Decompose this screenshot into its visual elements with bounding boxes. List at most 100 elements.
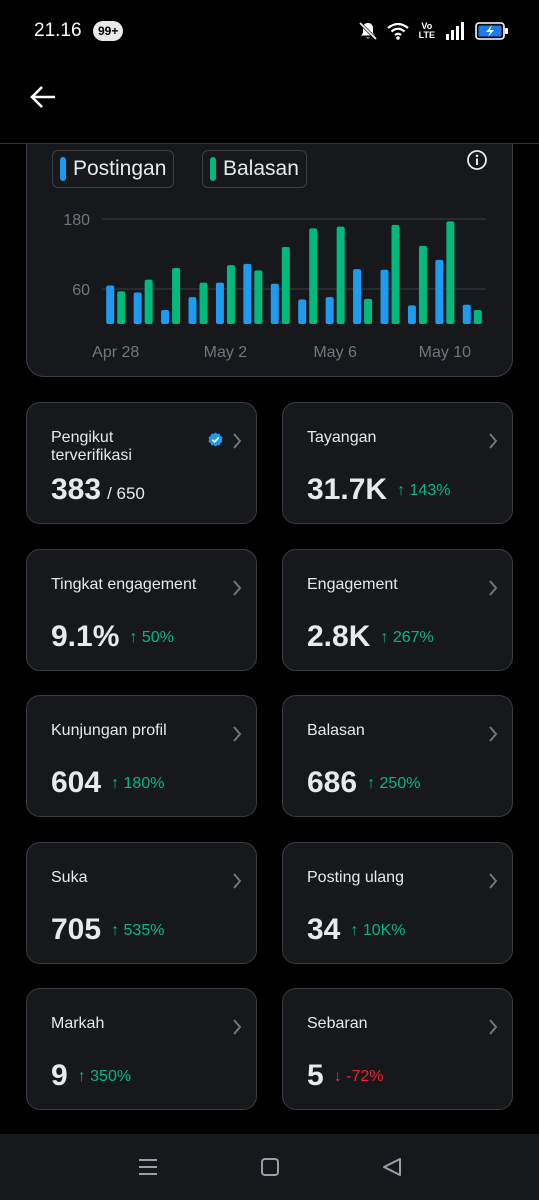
- stat-change: ↓ -72%: [334, 1068, 384, 1085]
- stat-card[interactable]: Engagement 2.8K ↑ 267%: [282, 548, 513, 671]
- stat-change-value: 10K%: [362, 921, 406, 939]
- volte-indicator: Vo LTE: [418, 21, 435, 40]
- arrow-up-icon: ↑: [380, 628, 393, 646]
- legend-postingan[interactable]: Postingan: [52, 150, 175, 188]
- top-app-bar: [0, 62, 539, 144]
- stat-card[interactable]: Suka 705 ↑ 535%: [26, 841, 257, 964]
- stat-change: ↑ 50%: [129, 629, 173, 646]
- chevron-right-icon: [489, 433, 498, 449]
- recent-apps-button[interactable]: [136, 1155, 160, 1179]
- chart-bar-balasan: [144, 279, 153, 324]
- chart-bar-balasan: [309, 228, 318, 324]
- stat-card[interactable]: Posting ulang 34 ↑ 10K%: [282, 841, 513, 964]
- chart-bar-postingan: [325, 297, 334, 324]
- stat-title: Posting ulang: [307, 868, 404, 886]
- stat-value: 34: [307, 912, 341, 946]
- stat-card[interactable]: Kunjungan profil 604 ↑ 180%: [26, 695, 257, 817]
- chart-bar-postingan: [380, 269, 389, 324]
- status-icons: Vo LTE: [358, 18, 509, 44]
- chart-bar-balasan: [281, 247, 290, 324]
- stat-value: 9.1%: [51, 619, 120, 653]
- chart-bar-balasan: [172, 268, 181, 324]
- battery-charging-icon: [475, 22, 508, 40]
- system-navigation-bar: [0, 1134, 539, 1200]
- chart-bar-balasan: [391, 224, 400, 324]
- x-tick-label: May 2: [204, 344, 248, 361]
- stat-change-value: 180%: [123, 775, 165, 792]
- stat-title: Balasan: [307, 722, 365, 739]
- stat-card[interactable]: Balasan 686 ↑ 250%: [282, 695, 513, 817]
- stat-value: 5: [307, 1059, 324, 1092]
- stat-change-value: 143%: [409, 482, 451, 499]
- chart-bar-balasan: [254, 270, 263, 324]
- back-button[interactable]: [26, 80, 60, 114]
- arrow-up-icon: ↑: [129, 628, 142, 646]
- stat-card[interactable]: Markah 9 ↑ 350%: [26, 988, 257, 1110]
- home-button[interactable]: [258, 1155, 282, 1179]
- stat-change: ↑ 250%: [367, 775, 420, 792]
- status-bar: 21.16 99+ Vo LTE: [0, 0, 539, 62]
- chart-bar-balasan: [199, 282, 208, 324]
- legend-balasan[interactable]: Balasan: [202, 150, 307, 188]
- stat-change: ↑ 535%: [111, 922, 164, 939]
- stat-value-row: 5 ↓ -72%: [307, 1059, 384, 1094]
- stat-change-value: 350%: [90, 1068, 132, 1085]
- stat-value: 686: [307, 766, 358, 799]
- chart-bar-balasan: [446, 221, 455, 324]
- x-tick-label: Apr 28: [92, 344, 139, 361]
- chart-bar-postingan: [188, 297, 197, 324]
- arrow-up-icon: ↑: [77, 1068, 91, 1085]
- stat-change-value: 267%: [392, 628, 434, 646]
- chart-bar-postingan: [353, 269, 362, 324]
- chart-bar-balasan: [336, 226, 345, 324]
- chevron-right-icon: [489, 726, 498, 742]
- stat-value: 9: [51, 1059, 68, 1092]
- stat-change: ↑ 10K%: [350, 922, 405, 939]
- arrow-up-icon: ↑: [367, 775, 380, 792]
- chart-bar-balasan: [226, 265, 235, 324]
- chart-bar-postingan: [106, 285, 115, 324]
- arrow-up-icon: ↑: [397, 482, 410, 499]
- stat-value-row: 9 ↑ 350%: [51, 1059, 131, 1094]
- stat-value-row: 383 / 650: [51, 473, 145, 511]
- stat-card[interactable]: Sebaran 5 ↓ -72%: [282, 988, 513, 1110]
- legend-swatch-balasan: [210, 157, 216, 181]
- arrow-up-icon: ↑: [111, 921, 124, 939]
- stat-value-row: 31.7K ↑ 143%: [307, 473, 450, 508]
- stat-value-row: 686 ↑ 250%: [307, 766, 420, 801]
- chevron-right-icon: [233, 1019, 242, 1035]
- stat-value: 2.8K: [307, 619, 371, 653]
- signal-icon: [446, 22, 464, 40]
- stat-card[interactable]: Pengikut terverifikasi 383 / 650: [26, 402, 257, 524]
- stat-change-value: 535%: [123, 921, 165, 939]
- stat-value-row: 34 ↑ 10K%: [307, 913, 406, 948]
- chevron-right-icon: [489, 579, 498, 596]
- chevron-right-icon: [233, 433, 242, 449]
- stat-change: ↑ 267%: [380, 629, 433, 646]
- stat-value-row: 2.8K ↑ 267%: [307, 620, 434, 655]
- chart-bar-postingan: [407, 305, 416, 324]
- chart-bar-balasan: [364, 298, 373, 324]
- arrow-up-icon: ↑: [111, 775, 124, 792]
- stat-title: Sebaran: [307, 1015, 368, 1032]
- stat-change-value: -72%: [346, 1068, 384, 1085]
- stat-card[interactable]: Tingkat engagement 9.1% ↑ 50%: [26, 548, 257, 671]
- legend-label: Balasan: [223, 157, 299, 180]
- chart-bar-postingan: [462, 304, 471, 324]
- chevron-right-icon: [233, 579, 242, 596]
- stat-total: / 650: [107, 484, 145, 503]
- y-tick-label: 60: [72, 282, 90, 299]
- chart-bar-balasan: [473, 310, 482, 324]
- stat-value-row: 9.1% ↑ 50%: [51, 620, 174, 655]
- back-nav-button[interactable]: [380, 1155, 404, 1179]
- info-icon[interactable]: [466, 149, 488, 171]
- arrow-down-icon: ↓: [333, 1068, 347, 1085]
- chevron-right-icon: [489, 1019, 498, 1035]
- stat-change: ↑ 180%: [111, 775, 164, 792]
- chart-bar-postingan: [161, 310, 170, 324]
- stat-title: Kunjungan profil: [51, 722, 167, 739]
- chart-bar-postingan: [435, 259, 444, 324]
- stat-title: Tingkat engagement: [51, 575, 197, 593]
- x-tick-label: May 10: [419, 344, 472, 361]
- stat-card[interactable]: Tayangan 31.7K ↑ 143%: [282, 402, 513, 524]
